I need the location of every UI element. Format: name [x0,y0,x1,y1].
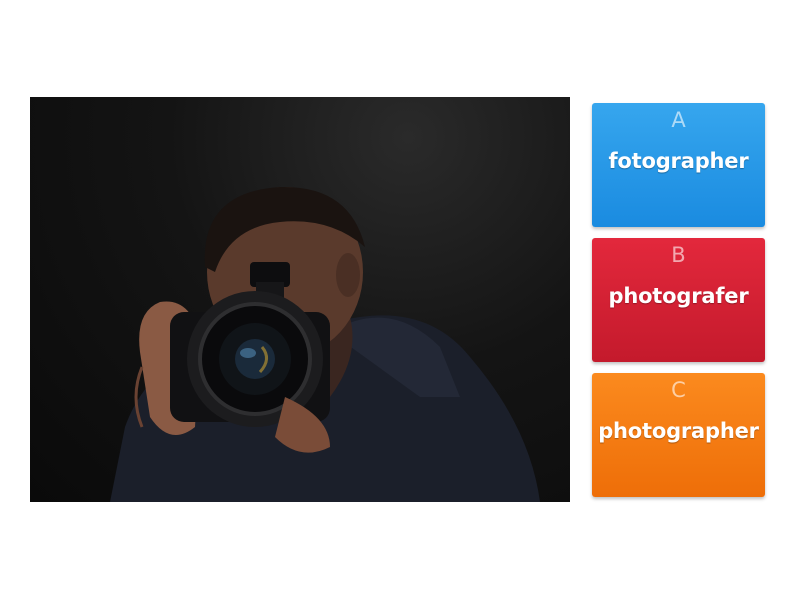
answer-options: A fotographer B photografer C photograph… [592,103,765,508]
answer-text: photographer [598,419,759,443]
quiz-stage: A fotographer B photografer C photograph… [0,0,800,600]
answer-letter: A [671,108,686,132]
answer-option-b[interactable]: B photografer [592,238,765,362]
question-image [30,97,570,502]
answer-text: photografer [608,284,749,308]
answer-option-a[interactable]: A fotographer [592,103,765,227]
photographer-image [110,186,540,502]
answer-letter: B [671,243,686,267]
answer-option-c[interactable]: C photographer [592,373,765,497]
answer-text: fotographer [608,149,749,173]
answer-letter: C [671,378,686,402]
